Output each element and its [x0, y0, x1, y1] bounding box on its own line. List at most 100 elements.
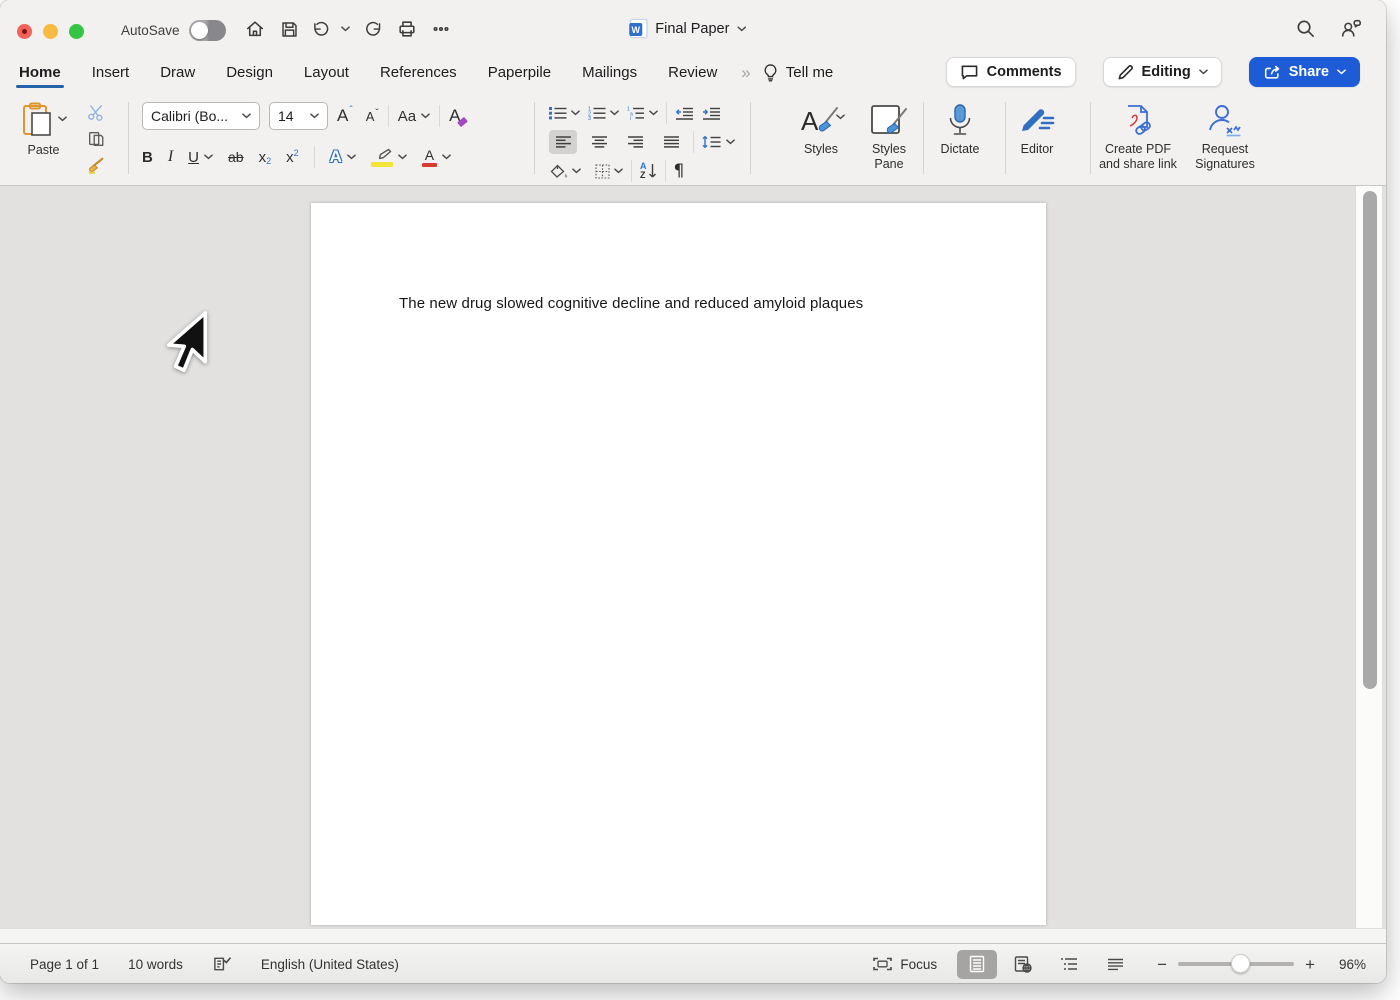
- chevron-down-icon[interactable]: [572, 168, 581, 174]
- copy-button[interactable]: [86, 130, 106, 148]
- print-button[interactable]: [393, 16, 421, 42]
- paste-clipboard-icon: [20, 102, 54, 138]
- line-spacing-button[interactable]: [702, 135, 721, 149]
- justify-button[interactable]: [657, 130, 685, 154]
- minimize-window-button[interactable]: [43, 24, 58, 39]
- horizontal-scroll-strip[interactable]: [0, 928, 1386, 943]
- create-pdf-button[interactable]: Create PDFand share link: [1096, 100, 1180, 172]
- bullets-button[interactable]: [549, 106, 567, 120]
- home-button[interactable]: [241, 16, 269, 42]
- bold-button[interactable]: B: [142, 149, 153, 166]
- zoom-slider[interactable]: [1178, 954, 1294, 974]
- clear-formatting-button[interactable]: A: [449, 106, 460, 126]
- undo-button[interactable]: [309, 16, 331, 42]
- spellcheck-status-button[interactable]: [212, 955, 232, 973]
- underline-button[interactable]: U: [188, 149, 213, 166]
- highlight-button[interactable]: [371, 148, 407, 167]
- align-center-button[interactable]: [585, 130, 613, 154]
- multilevel-list-button[interactable]: 1ai: [627, 106, 645, 120]
- outline-view-button[interactable]: [1049, 950, 1089, 979]
- focus-mode-button[interactable]: Focus: [873, 957, 937, 972]
- document-title[interactable]: Final Paper: [630, 19, 746, 38]
- search-button[interactable]: [1295, 18, 1316, 44]
- document-page[interactable]: The new drug slowed cognitive decline an…: [311, 203, 1046, 925]
- save-button[interactable]: [275, 16, 303, 42]
- chevron-down-icon[interactable]: [726, 139, 735, 145]
- draft-view-icon: [1107, 958, 1124, 971]
- bulleted-list-icon: [549, 106, 567, 120]
- ribbon-tab-row: Home Insert Draw Design Layout Reference…: [0, 55, 1386, 90]
- decrease-indent-button[interactable]: [675, 107, 694, 120]
- show-paragraph-marks-button[interactable]: ¶: [674, 161, 685, 181]
- zoom-window-button[interactable]: [69, 24, 84, 39]
- web-layout-view-button[interactable]: [1003, 950, 1043, 979]
- shrink-font-button[interactable]: Aˇ: [366, 109, 379, 124]
- page-count[interactable]: Page 1 of 1: [30, 957, 99, 972]
- format-painter-button[interactable]: [86, 157, 106, 175]
- italic-button[interactable]: I: [168, 148, 173, 166]
- tab-layout[interactable]: Layout: [303, 62, 350, 83]
- dictate-button[interactable]: Dictate: [922, 100, 998, 157]
- tab-design[interactable]: Design: [225, 62, 274, 83]
- scrollbar-thumb[interactable]: [1363, 191, 1377, 689]
- tab-draw[interactable]: Draw: [159, 62, 196, 83]
- styles-button[interactable]: A Styles: [782, 100, 860, 157]
- tab-review[interactable]: Review: [667, 62, 718, 83]
- tab-paperpile[interactable]: Paperpile: [487, 62, 552, 83]
- tabs-overflow-button[interactable]: »: [741, 63, 751, 83]
- share-button[interactable]: Share: [1249, 57, 1360, 87]
- draft-view-button[interactable]: [1095, 950, 1135, 979]
- tab-insert[interactable]: Insert: [91, 62, 131, 83]
- superscript-button[interactable]: x2: [286, 149, 299, 166]
- redo-button[interactable]: [359, 16, 387, 42]
- grow-font-button[interactable]: Aˆ: [337, 106, 353, 126]
- sort-button[interactable]: AZ: [640, 162, 657, 180]
- language-status[interactable]: English (United States): [261, 957, 399, 972]
- styles-pane-button[interactable]: StylesPane: [850, 100, 928, 172]
- tab-mailings[interactable]: Mailings: [581, 62, 638, 83]
- editing-mode-button[interactable]: Editing: [1103, 57, 1222, 87]
- comments-button[interactable]: Comments: [946, 57, 1076, 87]
- cut-button[interactable]: [86, 104, 106, 121]
- zoom-level[interactable]: 96%: [1326, 957, 1366, 972]
- editor-button[interactable]: Editor: [999, 100, 1075, 157]
- chevron-down-icon[interactable]: [614, 168, 623, 174]
- increase-indent-button[interactable]: [702, 107, 721, 120]
- strikethrough-button[interactable]: ab: [228, 149, 244, 165]
- change-case-button[interactable]: Aa: [398, 108, 430, 125]
- chevron-down-icon[interactable]: [571, 110, 580, 116]
- shading-button[interactable]: [549, 164, 568, 179]
- undo-menu-chevron[interactable]: [337, 16, 353, 42]
- zoom-in-button[interactable]: +: [1305, 956, 1315, 973]
- word-count[interactable]: 10 words: [128, 957, 183, 972]
- tell-me-button[interactable]: Tell me: [762, 63, 834, 82]
- text-effects-button[interactable]: A: [330, 147, 356, 167]
- document-text[interactable]: The new drug slowed cognitive decline an…: [399, 295, 863, 312]
- chevron-down-icon: [442, 154, 451, 160]
- tab-home[interactable]: Home: [18, 62, 62, 83]
- chevron-down-icon: [341, 26, 350, 32]
- font-name-select[interactable]: Calibri (Bo...: [142, 102, 260, 130]
- align-left-button[interactable]: [549, 130, 577, 154]
- paste-button[interactable]: Paste: [20, 102, 67, 157]
- close-window-button[interactable]: [17, 24, 32, 39]
- zoom-out-button[interactable]: −: [1157, 956, 1167, 973]
- share-people-button[interactable]: [1340, 18, 1362, 44]
- borders-button[interactable]: [595, 164, 610, 179]
- align-right-button[interactable]: [621, 130, 649, 154]
- zoom-controls: − + 96%: [1157, 954, 1366, 974]
- autosave-toggle[interactable]: [189, 20, 226, 41]
- chevron-down-icon[interactable]: [610, 110, 619, 116]
- zoom-slider-knob[interactable]: [1231, 954, 1250, 973]
- subscript-button[interactable]: x2: [259, 149, 272, 166]
- request-signatures-button[interactable]: RequestSignatures: [1184, 100, 1266, 172]
- vertical-scrollbar[interactable]: [1355, 186, 1382, 928]
- numbering-button[interactable]: 123: [588, 106, 606, 120]
- print-layout-view-button[interactable]: [957, 950, 997, 979]
- chevron-down-icon[interactable]: [649, 110, 658, 116]
- font-size-select[interactable]: 14: [269, 102, 328, 130]
- font-color-button[interactable]: A: [422, 148, 451, 167]
- more-commands-button[interactable]: [427, 16, 455, 42]
- tab-references[interactable]: References: [379, 62, 458, 83]
- toggle-knob: [191, 22, 208, 39]
